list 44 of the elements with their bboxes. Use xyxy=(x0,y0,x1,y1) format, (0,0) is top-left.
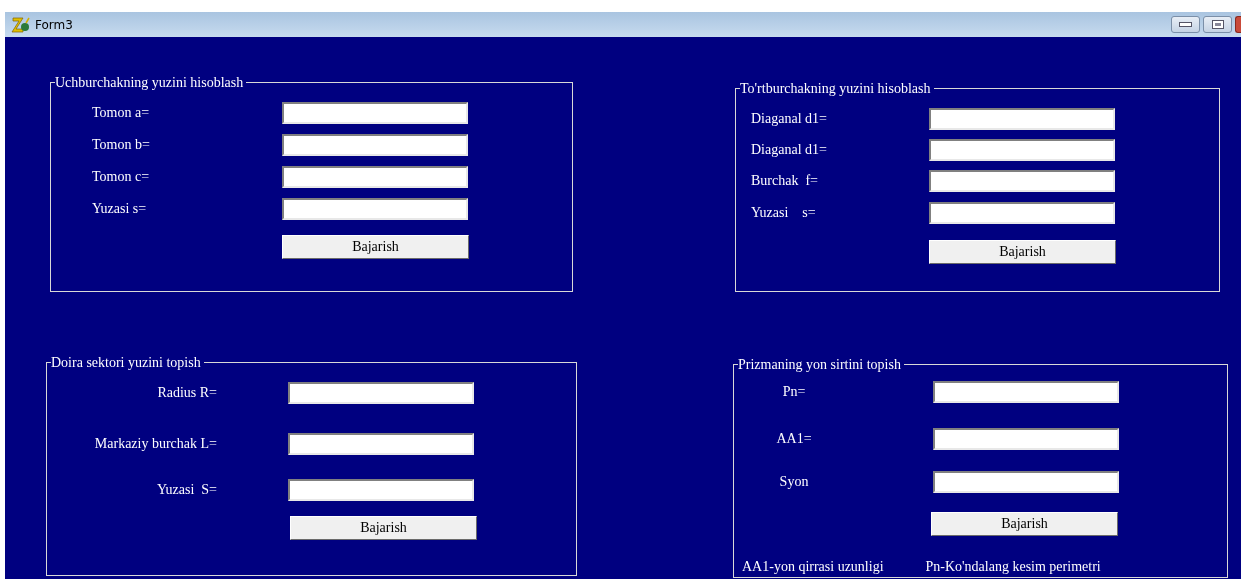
input-field[interactable] xyxy=(933,381,1119,403)
input-field[interactable] xyxy=(929,170,1115,192)
input-field[interactable] xyxy=(282,134,468,156)
run-button[interactable]: Bajarish xyxy=(282,235,469,259)
run-button[interactable]: Bajarish xyxy=(931,512,1118,536)
field-label: Pn= xyxy=(781,384,807,400)
field-label: Diaganal d1= xyxy=(751,142,828,158)
minimize-button[interactable] xyxy=(1171,16,1200,33)
field-label: Markaziy burchak L= xyxy=(93,436,217,452)
run-button[interactable]: Bajarish xyxy=(290,516,477,540)
maximize-button[interactable] xyxy=(1203,16,1232,33)
group-title: Uchburchakning yuzini hisoblash xyxy=(55,74,247,91)
note-text: AA1-yon qirrasi uzunligi xyxy=(742,559,884,575)
field-label: Tomon b= xyxy=(92,137,151,153)
note-text: Pn-Ko'ndalang kesim perimetri xyxy=(925,559,1101,575)
field-label: Diaganal d1= xyxy=(751,111,828,127)
input-field[interactable] xyxy=(282,198,468,220)
field-label: Syon xyxy=(778,474,810,490)
field-label: Tomon a= xyxy=(92,105,151,121)
minimize-icon xyxy=(1179,22,1192,27)
input-field[interactable] xyxy=(933,471,1119,493)
group-title: To'rtburchakning yuzini hisoblash xyxy=(740,80,934,97)
run-button[interactable]: Bajarish xyxy=(929,240,1116,264)
input-field[interactable] xyxy=(929,139,1115,161)
maximize-icon xyxy=(1211,20,1224,29)
input-field[interactable] xyxy=(288,479,474,501)
group-title: Prizmaning yon sirtini topish xyxy=(738,356,904,373)
input-field[interactable] xyxy=(933,428,1119,450)
input-field[interactable] xyxy=(929,108,1115,130)
input-field[interactable] xyxy=(282,166,468,188)
field-label: AA1= xyxy=(775,431,813,447)
group-title: Doira sektori yuzini topish xyxy=(51,354,204,371)
field-label: Burchak f= xyxy=(751,173,819,189)
field-label: Radius R= xyxy=(156,385,217,401)
input-field[interactable] xyxy=(929,202,1115,224)
field-label: Yuzasi s= xyxy=(92,201,148,217)
window-title: Form3 xyxy=(35,17,74,32)
app-icon xyxy=(11,16,31,33)
field-label: Tomon c= xyxy=(92,169,151,185)
field-label: Yuzasi s= xyxy=(751,205,817,221)
field-label: Yuzasi S= xyxy=(156,482,217,498)
input-field[interactable] xyxy=(282,102,468,124)
input-field[interactable] xyxy=(288,382,474,404)
input-field[interactable] xyxy=(288,433,474,455)
